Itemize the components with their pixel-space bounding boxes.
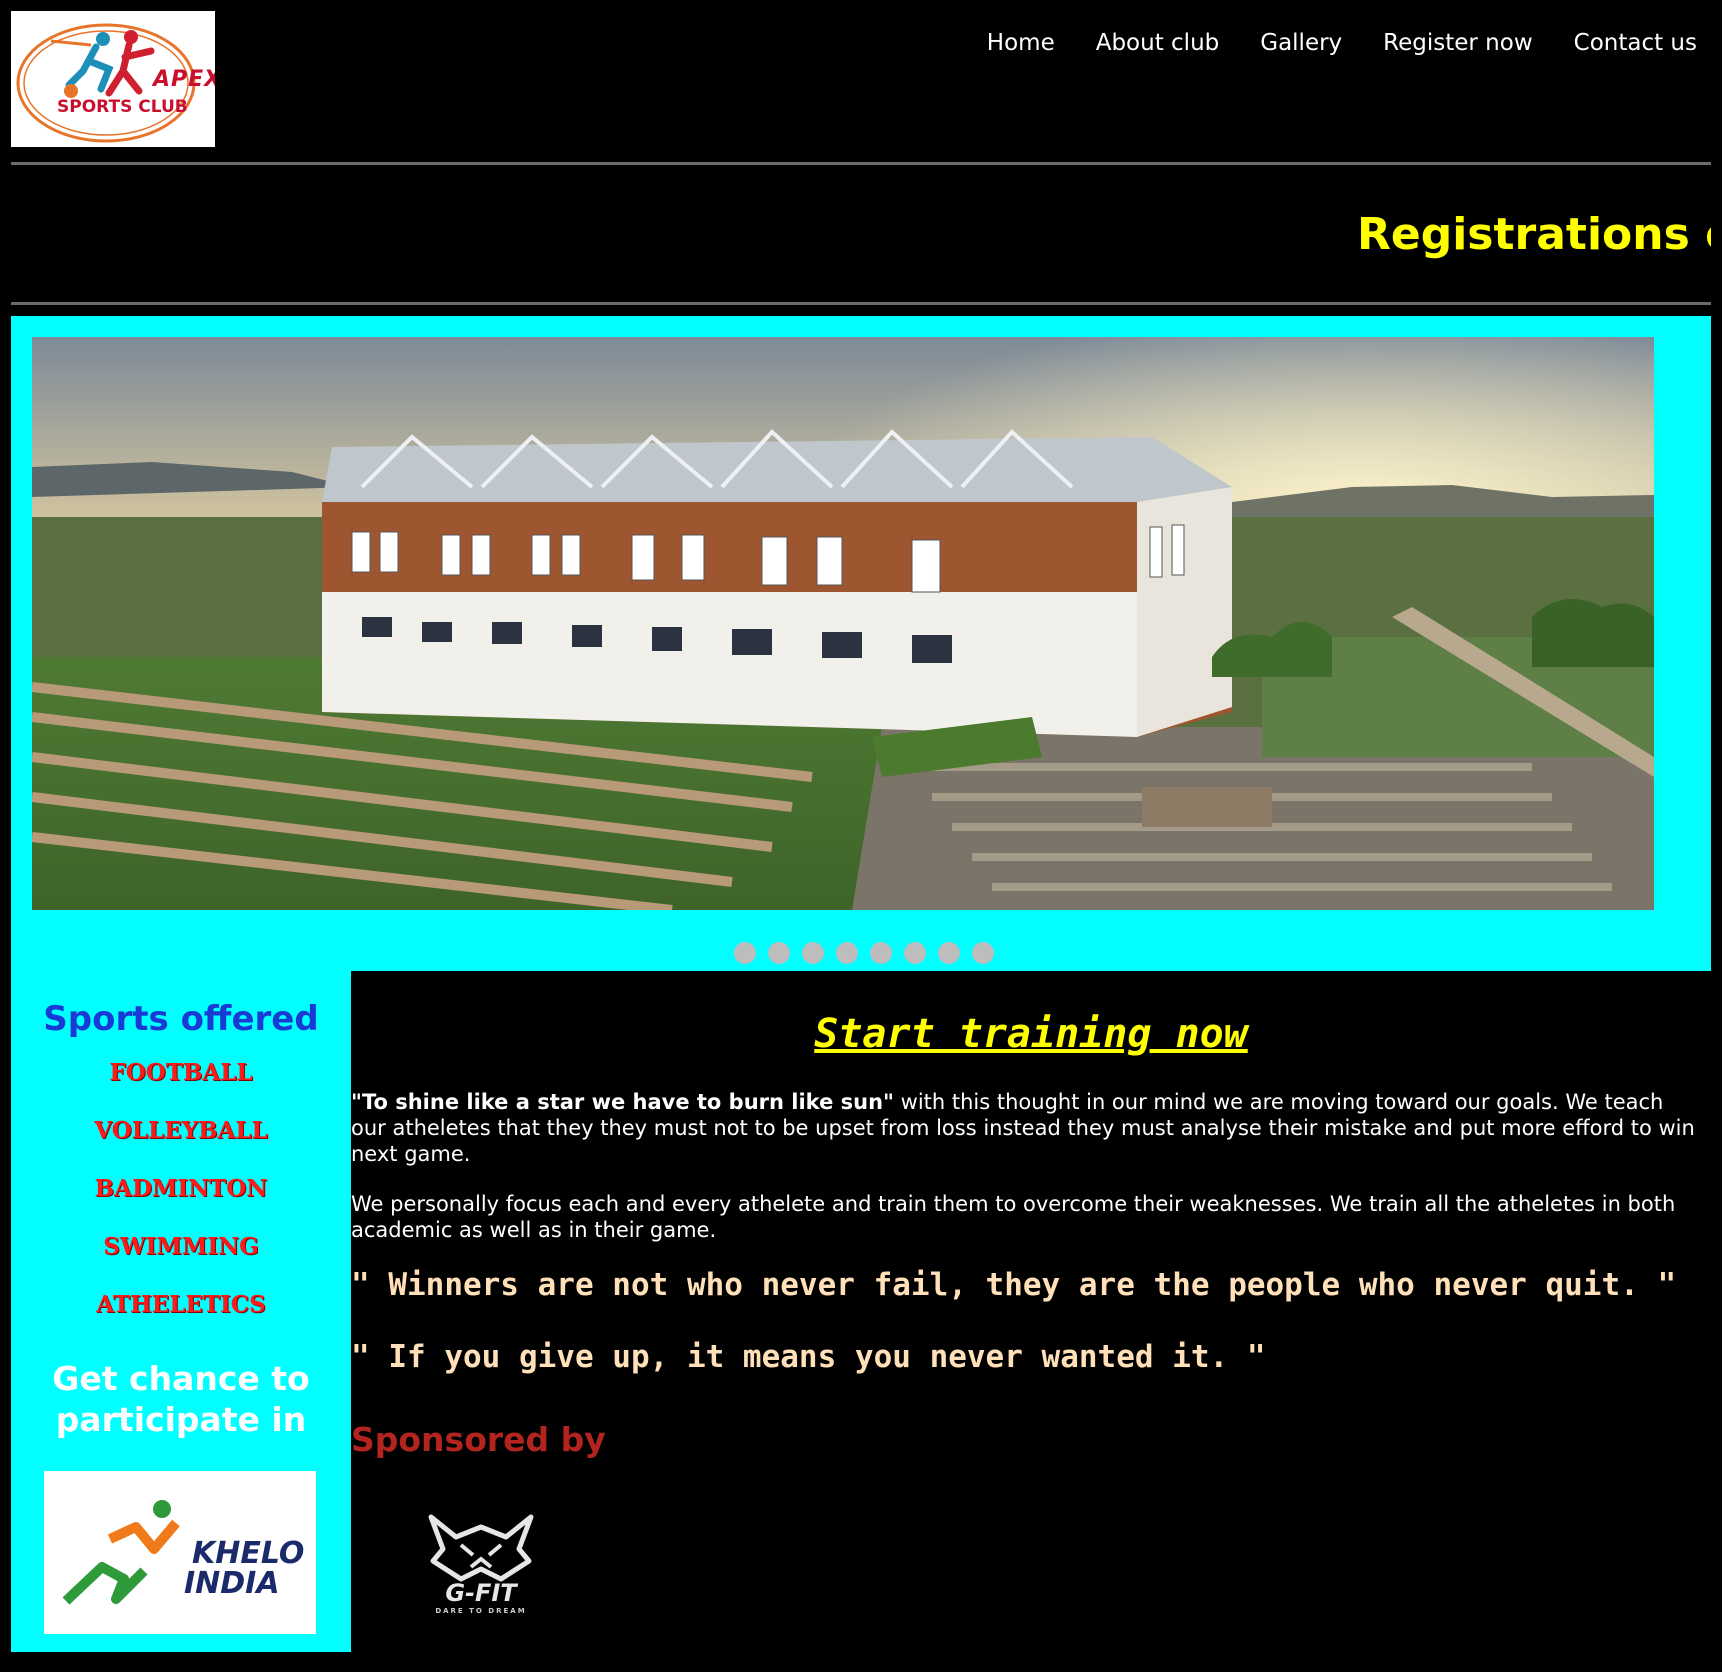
registration-marquee: Registrations o (11, 205, 1711, 265)
gfit-tagline: DARE TO DREAM (435, 1607, 526, 1615)
nav-contact-us[interactable]: Contact us (1574, 30, 1697, 56)
logo-text-apex: APEX (153, 67, 215, 92)
slider-dots (734, 942, 994, 964)
slider-dot-5[interactable] (870, 942, 892, 964)
start-training-heading: Start training now (351, 1011, 1711, 1057)
sponsored-by-heading: Sponsored by (351, 1420, 606, 1459)
sports-offered-heading: Sports offered (43, 999, 319, 1039)
nav-home[interactable]: Home (987, 30, 1055, 56)
gfit-text: G-FIT (445, 1579, 518, 1607)
slider-dot-6[interactable] (904, 942, 926, 964)
marquee-text: Registrations o (1357, 209, 1711, 260)
main-content: Start training now "To shine like a star… (351, 971, 1711, 1652)
quote-give-up: " If you give up, it means you never wan… (351, 1339, 1266, 1375)
gfit-emblem-icon: G-FIT DARE TO DREAM (428, 1514, 534, 1615)
nav-gallery[interactable]: Gallery (1260, 30, 1342, 56)
logo-text-sports-club: SPORTS CLUB (57, 97, 188, 117)
sport-item-volleyball: VOLLEYBALL (94, 1117, 268, 1144)
slide-image-sports-campus (32, 337, 1654, 910)
nav-register-now[interactable]: Register now (1383, 30, 1532, 56)
focus-paragraph: We personally focus each and every athel… (351, 1192, 1676, 1242)
club-logo[interactable]: APEX SPORTS CLUB (11, 11, 215, 147)
nav-about-club[interactable]: About club (1096, 30, 1220, 56)
participate-line-1: Get chance to (52, 1359, 310, 1398)
start-training-link[interactable]: Start training now (814, 1011, 1247, 1057)
participate-heading: Get chance to participate in (11, 1358, 351, 1440)
khelo-india-logo: KHELO INDIA (44, 1471, 316, 1634)
gfit-sponsor-logo[interactable]: G-FIT DARE TO DREAM (411, 1509, 551, 1619)
india-text: INDIA (184, 1566, 280, 1601)
slider-dot-8[interactable] (972, 942, 994, 964)
slider-dot-4[interactable] (836, 942, 858, 964)
khelo-india-emblem-icon: KHELO INDIA (62, 1500, 304, 1605)
sport-item-badminton: BADMINTON (94, 1175, 268, 1202)
main-nav: Home About club Gallery Register now Con… (987, 30, 1697, 56)
slider-dot-2[interactable] (768, 942, 790, 964)
quote-winners: " Winners are not who never fail, they a… (351, 1267, 1677, 1303)
slider-dot-7[interactable] (938, 942, 960, 964)
image-slider (11, 316, 1711, 971)
sports-list: FOOTBALL VOLLEYBALL BADMINTON SWIMMING A… (11, 1059, 351, 1318)
slider-dot-3[interactable] (802, 942, 824, 964)
slider-dot-1[interactable] (734, 942, 756, 964)
sport-item-football: FOOTBALL (109, 1059, 253, 1086)
sport-item-atheletics: ATHELETICS (96, 1291, 266, 1318)
intro-quote: "To shine like a star we have to burn li… (351, 1090, 894, 1114)
participate-line-2: participate in (55, 1400, 307, 1439)
intro-paragraph: "To shine like a star we have to burn li… (351, 1089, 1696, 1167)
marquee-divider (11, 302, 1711, 305)
header-divider (11, 162, 1711, 165)
sport-item-swimming: SWIMMING (103, 1233, 259, 1260)
sports-sidebar: Sports offered FOOTBALL VOLLEYBALL BADMI… (11, 971, 351, 1652)
